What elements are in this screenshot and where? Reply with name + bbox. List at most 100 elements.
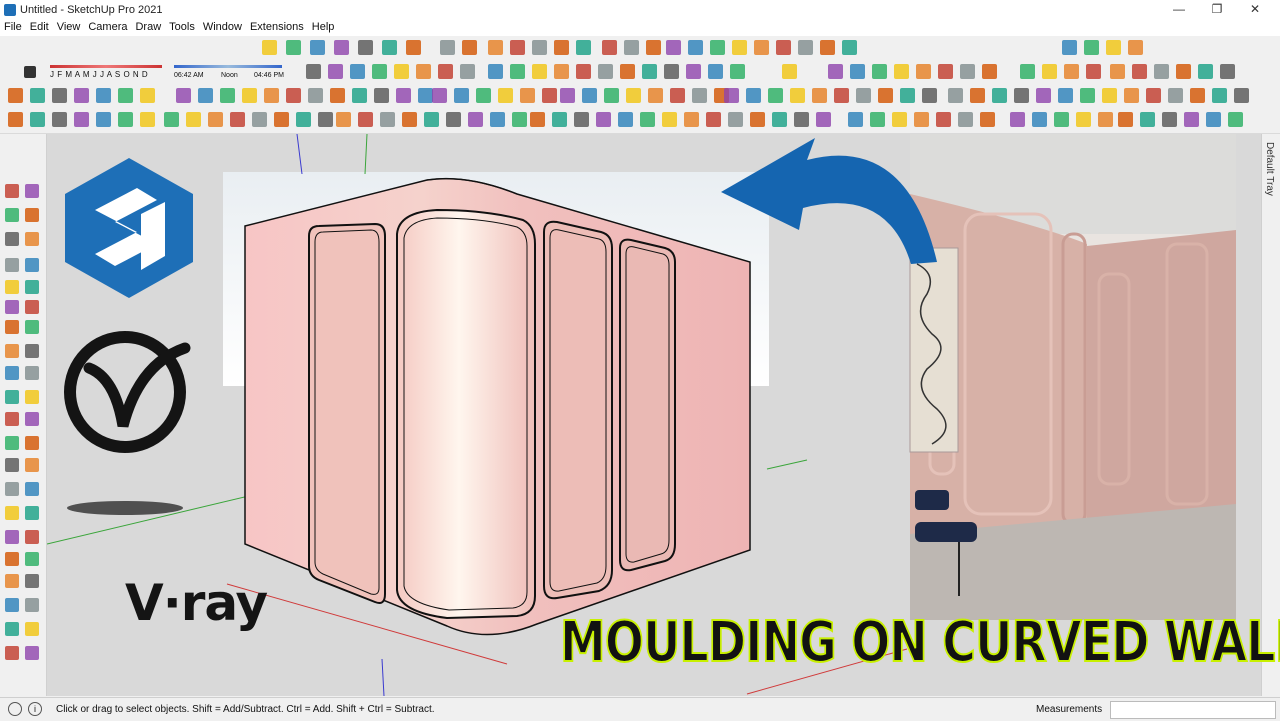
toolbar-tool-icon[interactable] (642, 64, 657, 79)
menu-draw[interactable]: Draw (131, 19, 165, 36)
toolbar-tool-icon[interactable] (598, 64, 613, 79)
toolbar-tool-icon[interactable] (198, 88, 213, 103)
palette-tool-icon[interactable] (25, 320, 39, 334)
toolbar-tool-icon[interactable] (176, 88, 191, 103)
toolbar-tool-icon[interactable] (372, 64, 387, 79)
palette-tool-icon[interactable] (5, 258, 19, 272)
toolbar-tool-icon[interactable] (1080, 88, 1095, 103)
toolbar-tool-icon[interactable] (1132, 64, 1147, 79)
toolbar-tool-icon[interactable] (230, 112, 245, 127)
toolbar-tool-icon[interactable] (688, 40, 703, 55)
toolbar-tool-icon[interactable] (708, 64, 723, 79)
palette-tool-icon[interactable] (25, 598, 39, 612)
toolbar-tool-icon[interactable] (936, 112, 951, 127)
status-icon-1[interactable] (8, 702, 22, 716)
toolbar-tool-icon[interactable] (330, 88, 345, 103)
toolbar-tool-icon[interactable] (438, 64, 453, 79)
toolbar-tool-icon[interactable] (530, 112, 545, 127)
toolbar-tool-icon[interactable] (454, 88, 469, 103)
toolbar-tool-icon[interactable] (834, 88, 849, 103)
toolbar-tool-icon[interactable] (992, 88, 1007, 103)
toolbar-tool-icon[interactable] (52, 112, 67, 127)
toolbar-tool-icon[interactable] (582, 88, 597, 103)
toolbar-tool-icon[interactable] (30, 112, 45, 127)
toolbar-tool-icon[interactable] (396, 88, 411, 103)
toolbar-tool-icon[interactable] (554, 40, 569, 55)
toolbar-tool-icon[interactable] (532, 64, 547, 79)
palette-tool-icon[interactable] (5, 344, 19, 358)
toolbar-tool-icon[interactable] (848, 112, 863, 127)
toolbar-tool-icon[interactable] (856, 88, 871, 103)
toolbar-tool-icon[interactable] (554, 64, 569, 79)
palette-tool-icon[interactable] (25, 184, 39, 198)
eraser-icon[interactable] (24, 66, 36, 78)
toolbar-tool-icon[interactable] (604, 88, 619, 103)
toolbar-tool-icon[interactable] (140, 112, 155, 127)
toolbar-tool-icon[interactable] (1154, 64, 1169, 79)
toolbar-tool-icon[interactable] (948, 88, 963, 103)
toolbar-tool-icon[interactable] (402, 112, 417, 127)
palette-tool-icon[interactable] (5, 390, 19, 404)
toolbar-tool-icon[interactable] (488, 64, 503, 79)
toolbar-tool-icon[interactable] (1062, 40, 1077, 55)
toolbar-tool-icon[interactable] (684, 112, 699, 127)
maximize-button[interactable]: ❐ (1198, 0, 1236, 19)
toolbar-tool-icon[interactable] (790, 88, 805, 103)
toolbar-tool-icon[interactable] (686, 64, 701, 79)
toolbar-tool-icon[interactable] (894, 64, 909, 79)
toolbar-tool-icon[interactable] (768, 88, 783, 103)
palette-tool-icon[interactable] (25, 482, 39, 496)
toolbar-tool-icon[interactable] (960, 64, 975, 79)
toolbar-tool-icon[interactable] (262, 40, 277, 55)
toolbar-tool-icon[interactable] (560, 88, 575, 103)
toolbar-tool-icon[interactable] (1102, 88, 1117, 103)
toolbar-tool-icon[interactable] (842, 40, 857, 55)
palette-tool-icon[interactable] (25, 552, 39, 566)
toolbar-tool-icon[interactable] (980, 112, 995, 127)
toolbar-tool-icon[interactable] (74, 112, 89, 127)
toolbar-tool-icon[interactable] (576, 64, 591, 79)
menu-view[interactable]: View (53, 19, 85, 36)
palette-tool-icon[interactable] (25, 258, 39, 272)
shadow-settings[interactable]: J F M A M J J A S O N D 06:42 AM Noon 04… (44, 63, 284, 81)
toolbar-tool-icon[interactable] (220, 88, 235, 103)
toolbar-tool-icon[interactable] (286, 40, 301, 55)
palette-tool-icon[interactable] (5, 280, 19, 294)
toolbar-tool-icon[interactable] (318, 112, 333, 127)
toolbar-tool-icon[interactable] (1124, 88, 1139, 103)
toolbar-tool-icon[interactable] (490, 112, 505, 127)
toolbar-tool-icon[interactable] (754, 40, 769, 55)
toolbar-tool-icon[interactable] (666, 40, 681, 55)
toolbar-tool-icon[interactable] (892, 112, 907, 127)
toolbar-tool-icon[interactable] (164, 112, 179, 127)
info-icon[interactable]: i (28, 702, 42, 716)
toolbar-tool-icon[interactable] (782, 64, 797, 79)
toolbar-tool-icon[interactable] (922, 88, 937, 103)
toolbar-tool-icon[interactable] (938, 64, 953, 79)
toolbar-tool-icon[interactable] (542, 88, 557, 103)
toolbar-tool-icon[interactable] (750, 112, 765, 127)
toolbar-tool-icon[interactable] (576, 40, 591, 55)
menu-extensions[interactable]: Extensions (246, 19, 308, 36)
toolbar-tool-icon[interactable] (186, 112, 201, 127)
toolbar-tool-icon[interactable] (512, 112, 527, 127)
toolbar-tool-icon[interactable] (358, 40, 373, 55)
toolbar-tool-icon[interactable] (914, 112, 929, 127)
palette-tool-icon[interactable] (5, 412, 19, 426)
menu-help[interactable]: Help (308, 19, 339, 36)
toolbar-tool-icon[interactable] (96, 112, 111, 127)
palette-tool-icon[interactable] (5, 208, 19, 222)
toolbar-tool-icon[interactable] (350, 64, 365, 79)
palette-tool-icon[interactable] (25, 300, 39, 314)
toolbar-tool-icon[interactable] (776, 40, 791, 55)
toolbar-tool-icon[interactable] (358, 112, 373, 127)
palette-tool-icon[interactable] (5, 320, 19, 334)
palette-tool-icon[interactable] (25, 280, 39, 294)
toolbar-tool-icon[interactable] (1098, 112, 1113, 127)
palette-tool-icon[interactable] (5, 232, 19, 246)
toolbar-tool-icon[interactable] (732, 40, 747, 55)
palette-tool-icon[interactable] (25, 412, 39, 426)
toolbar-tool-icon[interactable] (380, 112, 395, 127)
toolbar-tool-icon[interactable] (1128, 40, 1143, 55)
panel-2[interactable] (396, 208, 536, 620)
